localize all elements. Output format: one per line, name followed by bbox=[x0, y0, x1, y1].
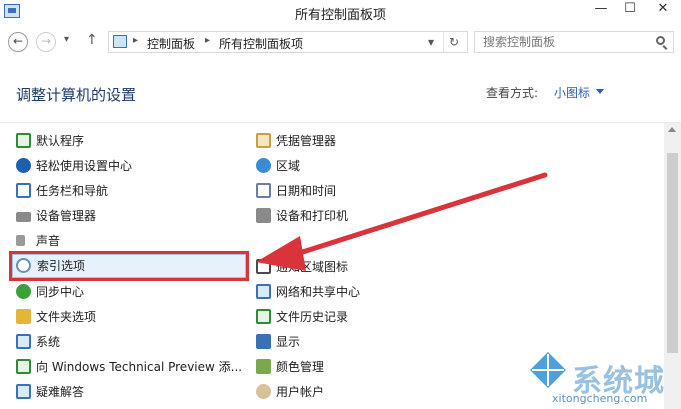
annotation-arrow bbox=[256, 172, 548, 271]
watermark-url: xitongcheng.com bbox=[552, 392, 648, 405]
vertical-scrollbar[interactable] bbox=[664, 123, 681, 409]
scroll-thumb[interactable] bbox=[667, 153, 678, 353]
watermark-logo bbox=[530, 352, 566, 388]
scroll-up-arrow[interactable] bbox=[668, 127, 676, 132]
